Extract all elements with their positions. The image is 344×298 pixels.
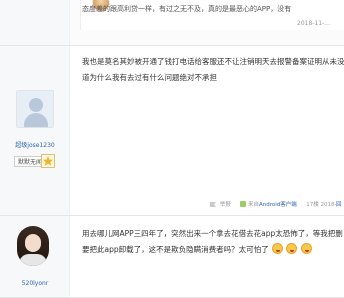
medal-icon bbox=[41, 154, 55, 168]
post-3-line-2: 要把此app卸载了，这不是欺负隐瞒消费者吗？太可怕了 bbox=[82, 242, 343, 258]
post-1: 态度差的跟高利贷一样，有过之无不及，真的是最恶心的APP，没有 2018-11-… bbox=[0, 0, 344, 46]
post-3-line-2-text: 要把此app卸载了，这不是欺负隐瞒消费者吗？太可怕了 bbox=[82, 245, 269, 254]
avatar-shirt bbox=[19, 254, 47, 266]
source-link[interactable]: Android客户端 bbox=[259, 202, 297, 208]
quote-date: 2018-11-... bbox=[297, 20, 330, 27]
post-2: 超级jose1230 默默无闻 我也是莫名其妙被开通了钱打电话给客服还不让注销明… bbox=[0, 46, 344, 216]
username-link[interactable]: 520lyonr bbox=[0, 280, 70, 287]
source-prefix: 来自 bbox=[248, 202, 260, 208]
post-3-content: 用去哪儿网APP三四年了，突然出来一个拿去花借去花app太恐怖了，等我把删 要把… bbox=[82, 226, 343, 258]
angry-emoji-icon bbox=[286, 243, 298, 254]
post-3-line-1: 用去哪儿网APP三四年了，突然出来一个拿去花借去花app太恐怖了，等我把删 bbox=[82, 229, 343, 238]
angry-emoji-icon bbox=[300, 243, 312, 254]
username-link[interactable]: 超级jose1230 bbox=[0, 140, 70, 149]
post-1-author-column bbox=[0, 0, 70, 45]
post-2-tail: 举报 来自Android客户端 17楼 2018- bbox=[210, 200, 337, 208]
android-icon bbox=[240, 201, 247, 207]
avatar[interactable] bbox=[17, 226, 49, 266]
reply-link[interactable]: 回 bbox=[336, 200, 342, 208]
post-2-content: 我也是莫名其妙被开通了钱打电话给客服还不让注销明天去报警备案证明从未没 道为什么… bbox=[82, 54, 344, 86]
angry-emoji-icon bbox=[272, 243, 284, 254]
floor-and-date: 17楼 2018- bbox=[306, 202, 337, 208]
post-2-line-1: 我也是莫名其妙被开通了钱打电话给客服还不让注销明天去报警备案证明从未没 bbox=[82, 57, 344, 66]
post-2-author-column bbox=[0, 46, 70, 215]
default-avatar-body bbox=[24, 113, 48, 127]
quote-text: 态度差的跟高利贷一样，有过之无不及，真的是最恶心的APP，没有 bbox=[82, 5, 292, 13]
report-link[interactable]: 举报 bbox=[220, 202, 231, 208]
avatar[interactable] bbox=[16, 90, 54, 128]
default-avatar-head bbox=[29, 98, 43, 112]
post-3: 520lyonr 用去哪儿网APP三四年了，突然出来一个拿去花借去花app太恐怖… bbox=[0, 216, 344, 298]
post-2-line-2: 道为什么我有去过有什么问题绝对不承担 bbox=[82, 73, 217, 82]
avatar-face bbox=[25, 234, 41, 252]
report-icon bbox=[210, 202, 216, 207]
